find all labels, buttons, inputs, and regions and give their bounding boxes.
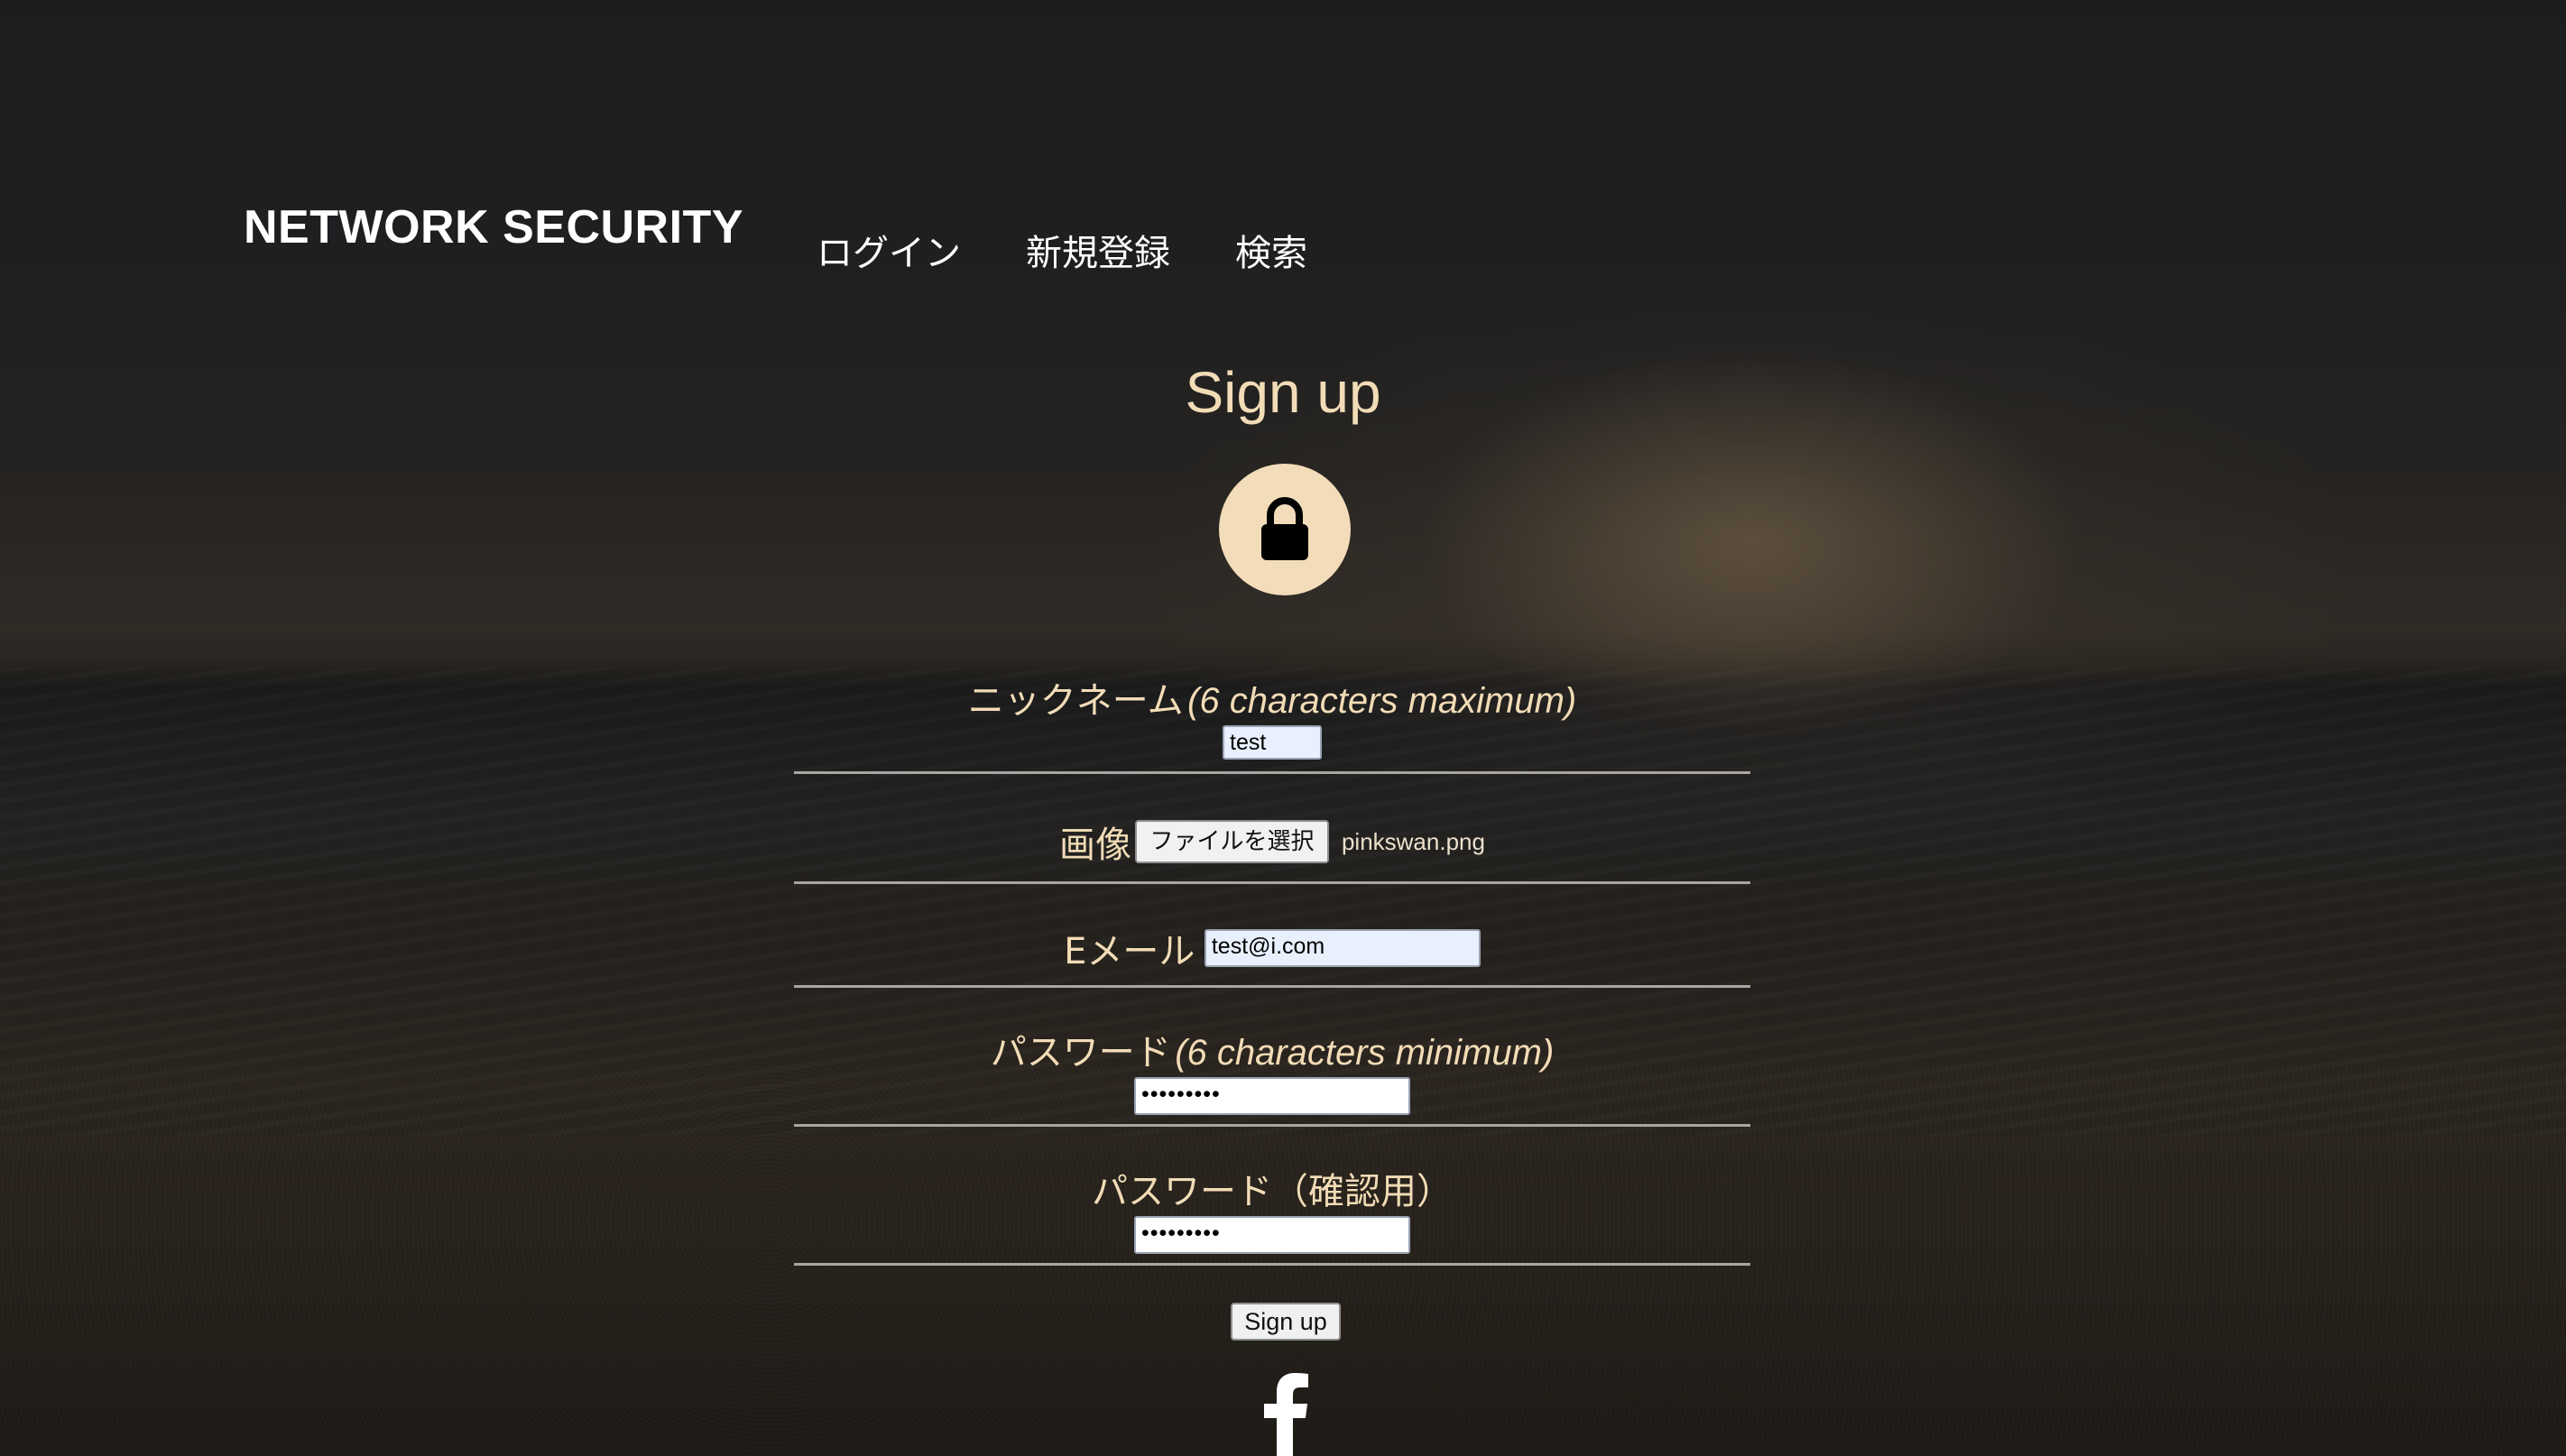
password-confirm-separator [794, 1263, 1750, 1266]
password-hint: (6 characters minimum) [1175, 1033, 1555, 1073]
nickname-input[interactable]: test [1223, 725, 1322, 760]
password-separator [794, 1124, 1750, 1127]
selected-file-name: pinkswan.png [1341, 827, 1485, 855]
choose-file-button[interactable]: ファイルを選択 [1135, 820, 1329, 863]
email-separator [794, 985, 1750, 988]
lock-icon [1261, 497, 1308, 560]
main-nav: ログイン 新規登録 検索 [817, 224, 1307, 276]
facebook-icon[interactable] [1259, 1371, 1313, 1456]
password-input[interactable]: ••••••••• [1134, 1077, 1410, 1115]
image-label: 画像 [1059, 825, 1132, 866]
password-confirm-row: パスワード（確認用） ••••••••• [794, 1162, 1750, 1254]
nav-login-link[interactable]: ログイン [817, 224, 961, 276]
nickname-label: ニックネーム [967, 680, 1184, 722]
sign-up-button[interactable]: Sign up [1231, 1303, 1341, 1341]
image-separator [794, 881, 1750, 884]
lock-badge [1219, 464, 1351, 595]
page-title: Sign up [1185, 360, 1381, 425]
email-row: Eメール test@i.com [794, 922, 1750, 974]
password-label: パスワード [990, 1032, 1171, 1074]
image-row: 画像 ファイルを選択 pinkswan.png [794, 816, 1750, 868]
password-confirm-input[interactable]: ••••••••• [1134, 1216, 1410, 1254]
password-row: パスワード (6 characters minimum) ••••••••• [794, 1023, 1750, 1115]
password-confirm-label: パスワード（確認用） [1092, 1171, 1453, 1212]
site-brand[interactable]: NETWORK SECURITY [244, 200, 743, 254]
nav-search-link[interactable]: 検索 [1235, 224, 1307, 276]
email-label: Eメール [1064, 931, 1195, 972]
nickname-separator [794, 771, 1750, 774]
email-input[interactable]: test@i.com [1204, 929, 1481, 967]
nickname-row: ニックネーム (6 characters maximum) test [794, 671, 1750, 760]
nickname-hint: (6 characters maximum) [1187, 681, 1577, 721]
nav-signup-link[interactable]: 新規登録 [1026, 224, 1170, 276]
